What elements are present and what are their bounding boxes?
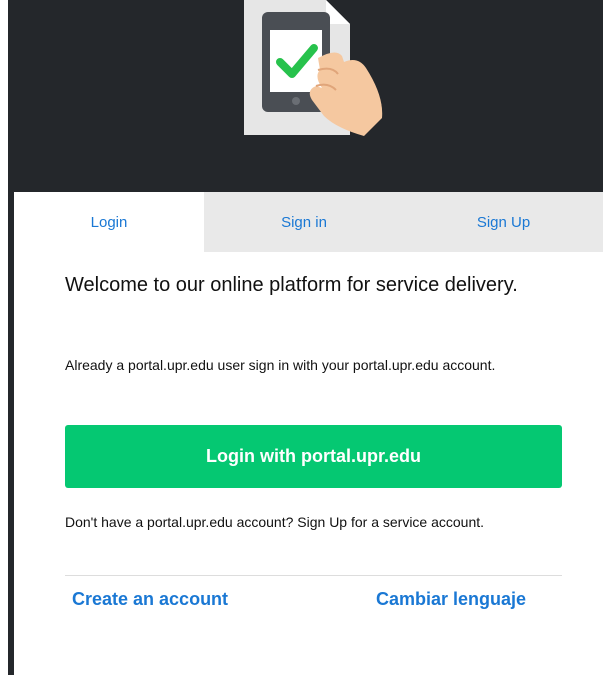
signup-prompt-text: Don't have a portal.upr.edu account? Sig… [65,514,485,530]
phone-check-icon [244,0,383,136]
hero-banner [8,0,603,192]
tab-login[interactable]: Login [14,192,204,252]
welcome-heading: Welcome to our online platform for servi… [65,274,518,296]
change-language-link[interactable]: Cambiar lenguaje [376,589,526,610]
tab-sign-in[interactable]: Sign in [204,192,404,252]
login-with-portal-button[interactable]: Login with portal.upr.edu [65,425,562,488]
existing-user-text: Already a portal.upr.edu user sign in wi… [65,357,496,373]
divider [65,575,562,576]
create-account-link[interactable]: Create an account [72,589,228,610]
tab-sign-up[interactable]: Sign Up [404,192,603,252]
login-card: Login Sign in Sign Up Welcome to our onl… [14,192,603,675]
tab-bar: Login Sign in Sign Up [14,192,603,252]
